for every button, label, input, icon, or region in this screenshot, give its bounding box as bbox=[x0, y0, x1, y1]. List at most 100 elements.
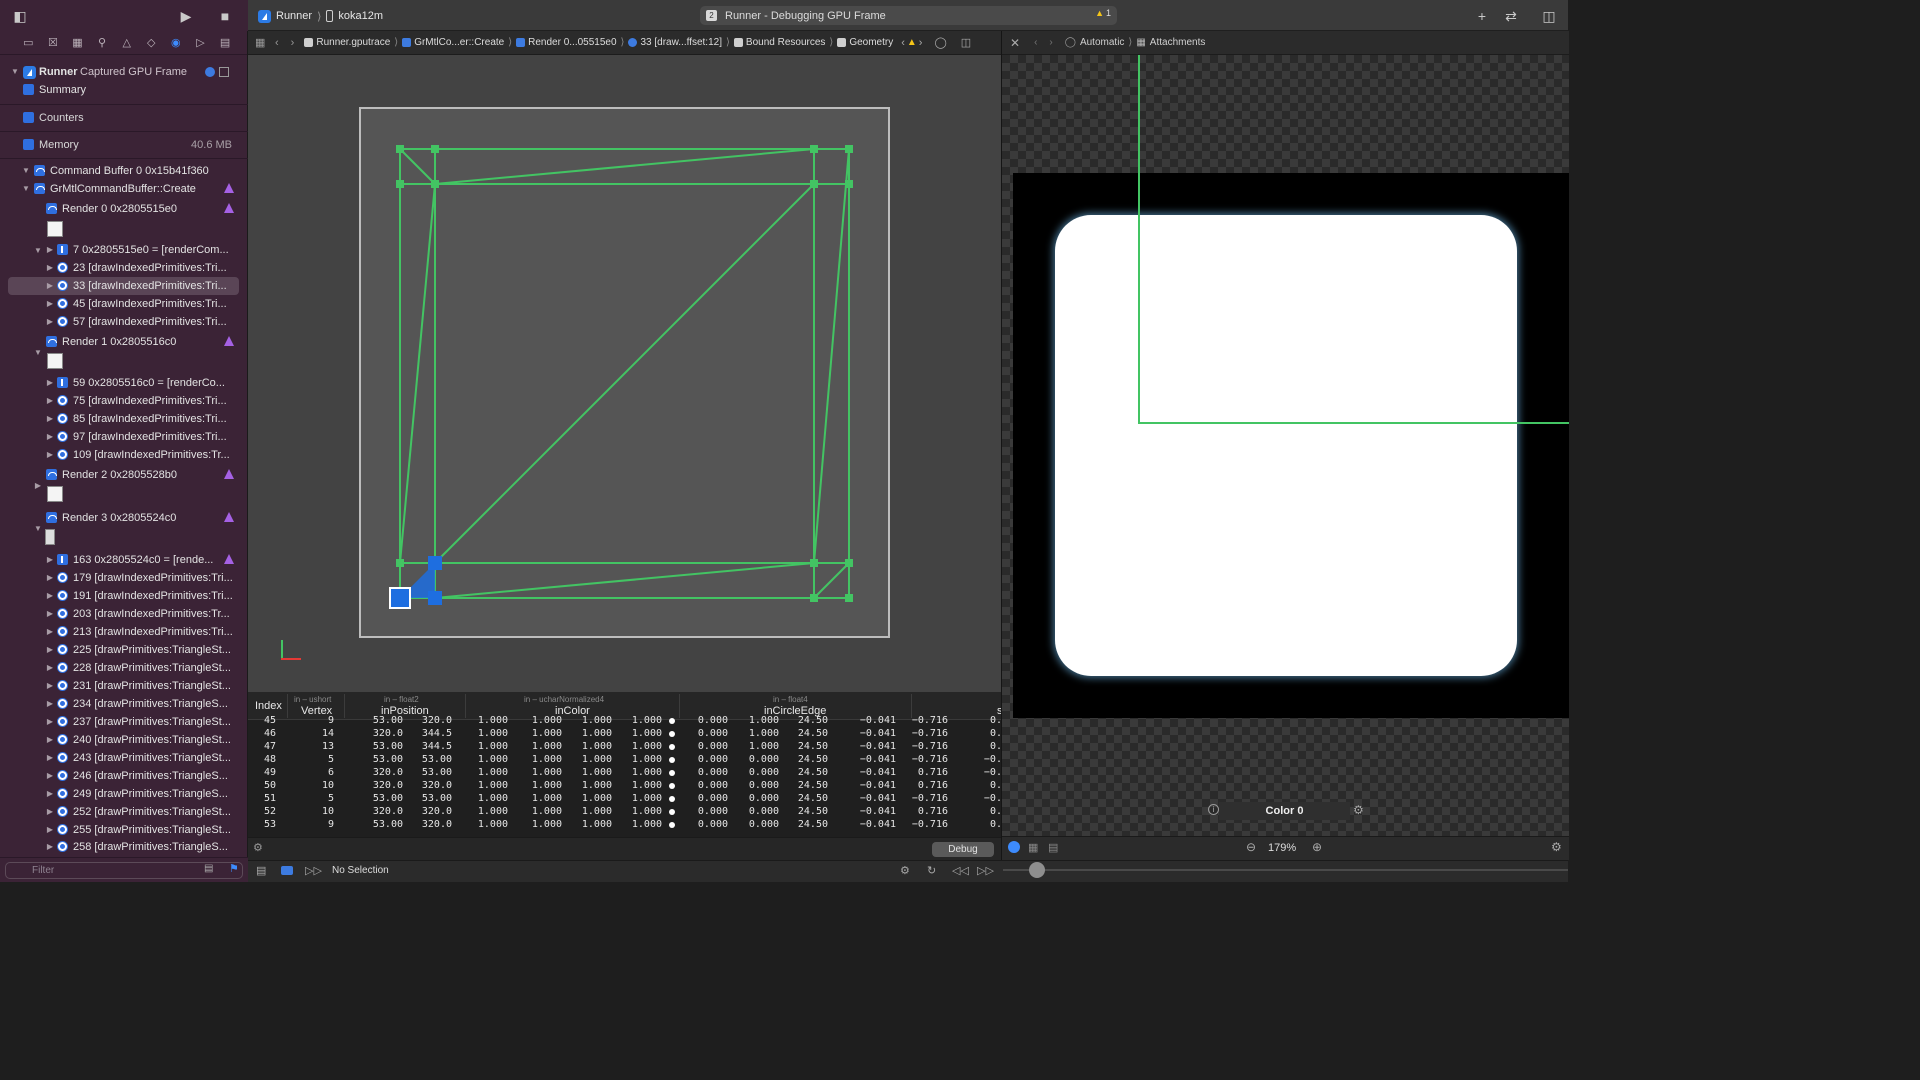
chevron-right-icon[interactable]: ▶ bbox=[45, 677, 55, 695]
geometry-viewer[interactable] bbox=[248, 55, 1001, 692]
run-button[interactable]: ▶ bbox=[177, 7, 195, 25]
chevron-right-icon[interactable]: ▶ bbox=[45, 749, 55, 767]
table-row[interactable]: 48 5 53.00 53.00 1.000 1.000 1.000 1.000 0.000 0.… bbox=[248, 754, 1001, 767]
warning-icon[interactable] bbox=[224, 554, 234, 564]
column-index[interactable]: Index bbox=[255, 700, 282, 712]
add-icon[interactable]: + bbox=[1473, 7, 1491, 25]
step-icon[interactable]: ▷▷ bbox=[305, 864, 322, 877]
filter-options-icon[interactable]: ▤ bbox=[204, 863, 213, 874]
call-row[interactable]: ▶ 231 [drawPrimitives:TriangleSt... bbox=[0, 677, 248, 695]
breadcrumb-trace[interactable]: Runner.gputrace bbox=[304, 37, 390, 48]
call-row[interactable]: ▶ 59 0x2805516c0 = [renderCo... bbox=[0, 374, 248, 392]
test-icon[interactable]: ◇ bbox=[139, 34, 164, 52]
chevron-right-icon[interactable]: ▶ bbox=[45, 623, 55, 641]
call-row[interactable]: ▶ 75 [drawIndexedPrimitives:Tri... bbox=[0, 392, 248, 410]
scheme-selector[interactable]: Runner ⟩ koka12m bbox=[258, 7, 383, 25]
render-thumbnail[interactable] bbox=[47, 486, 63, 502]
render-thumbnail[interactable] bbox=[47, 221, 63, 237]
chevron-right-icon[interactable]: ▶ bbox=[45, 410, 55, 428]
report-icon[interactable]: ▤ bbox=[213, 34, 238, 52]
capture-icon[interactable] bbox=[281, 866, 293, 875]
call-row[interactable]: ▶ 57 [drawIndexedPrimitives:Tri... bbox=[0, 313, 248, 331]
chevron-right-icon[interactable]: ▶ bbox=[45, 731, 55, 749]
call-row[interactable]: ▶ 179 [drawIndexedPrimitives:Tri... bbox=[0, 569, 248, 587]
split-editor-icon[interactable]: ◫ bbox=[961, 36, 971, 49]
chevron-right-icon[interactable]: ▶ bbox=[45, 767, 55, 785]
zoom-in-icon[interactable]: ⊕ bbox=[1312, 840, 1322, 854]
table-row[interactable]: 51 5 53.00 53.00 1.000 1.000 1.000 1.000 0.000 0.… bbox=[248, 793, 1001, 806]
chevron-right-icon[interactable]: ▶ bbox=[45, 569, 55, 587]
issue-icon[interactable]: △ bbox=[114, 34, 139, 52]
forward-icon[interactable]: › bbox=[291, 37, 295, 49]
flag-icon[interactable]: ⚑ bbox=[229, 862, 239, 875]
render-pass-row[interactable]: Render 0 0x2805515e0 bbox=[0, 200, 248, 218]
symbol-icon[interactable]: ▦ bbox=[65, 34, 90, 52]
root-frame-row[interactable]: ▼ Runner Captured GPU Frame bbox=[0, 63, 248, 81]
breadcrumb-render[interactable]: Render 0...05515e0 bbox=[516, 37, 617, 48]
call-row[interactable]: ▶ 240 [drawPrimitives:TriangleSt... bbox=[0, 731, 248, 749]
back-icon[interactable]: ‹ bbox=[275, 37, 279, 49]
fast-forward-icon[interactable]: ▷▷ bbox=[977, 864, 994, 877]
sidebar-toggle-icon[interactable]: ◧ bbox=[11, 7, 29, 25]
call-row[interactable]: ▶ 45 [drawIndexedPrimitives:Tri... bbox=[0, 295, 248, 313]
call-row[interactable]: ▶ 252 [drawPrimitives:TriangleSt... bbox=[0, 803, 248, 821]
counters-row[interactable]: Counters bbox=[0, 104, 248, 130]
color-picker-icon[interactable] bbox=[1008, 841, 1020, 853]
chevron-down-icon[interactable]: ▼ bbox=[33, 520, 43, 538]
chevron-right-icon[interactable]: ▶ bbox=[45, 551, 55, 569]
chevron-right-icon[interactable]: ▶ bbox=[45, 446, 55, 464]
table-row[interactable]: 52 10 320.0 320.0 1.000 1.000 1.000 1.000 0.000 0… bbox=[248, 806, 1001, 819]
chevron-right-icon[interactable]: ▶ bbox=[45, 838, 55, 856]
call-row[interactable]: ▶ 237 [drawPrimitives:TriangleSt... bbox=[0, 713, 248, 731]
info-icon[interactable] bbox=[205, 67, 215, 77]
assistant-mode[interactable]: Automatic bbox=[1080, 37, 1124, 48]
chevron-right-icon[interactable]: ▶ bbox=[45, 374, 55, 392]
chevron-down-icon[interactable]: ▼ bbox=[10, 63, 20, 81]
frame-slider-track[interactable] bbox=[1003, 869, 1568, 871]
chevron-right-icon[interactable]: ▶ bbox=[45, 277, 55, 295]
call-row[interactable]: ▶ 258 [drawPrimitives:TriangleS... bbox=[0, 838, 248, 856]
warning-icon[interactable] bbox=[224, 512, 234, 522]
source-control-icon[interactable]: ☒ bbox=[41, 34, 66, 52]
swap-icon[interactable]: ⇄ bbox=[1502, 7, 1520, 25]
call-row[interactable]: ▶ 249 [drawPrimitives:TriangleS... bbox=[0, 785, 248, 803]
call-row[interactable]: ▶ 163 0x2805524c0 = [rende... bbox=[0, 551, 248, 569]
settings-icon[interactable]: ⚙ bbox=[1551, 840, 1562, 854]
call-row[interactable]: ▶ 234 [drawPrimitives:TriangleS... bbox=[0, 695, 248, 713]
command-buffer-row[interactable]: ▼ Command Buffer 0 0x15b41f360 bbox=[0, 162, 248, 180]
chevron-down-icon[interactable]: ▼ bbox=[21, 162, 31, 180]
render-thumbnail[interactable] bbox=[47, 353, 63, 369]
warning-icon[interactable]: ▲ bbox=[907, 37, 917, 48]
chevron-right-icon[interactable]: ▶ bbox=[45, 821, 55, 839]
debug-button[interactable]: Debug bbox=[932, 842, 994, 857]
frame-slider-knob[interactable] bbox=[1029, 862, 1045, 878]
render-thumbnail[interactable] bbox=[45, 529, 55, 545]
link-icon[interactable]: ◯ bbox=[934, 36, 946, 49]
chevron-right-icon[interactable]: ▶ bbox=[45, 641, 55, 659]
previous-issue-icon[interactable]: ‹ bbox=[901, 37, 905, 49]
chevron-right-icon[interactable]: ▶ bbox=[45, 241, 55, 259]
chevron-right-icon[interactable]: ▶ bbox=[45, 392, 55, 410]
call-row[interactable]: ▶ 255 [drawPrimitives:TriangleSt... bbox=[0, 821, 248, 839]
breakpoint-icon[interactable]: ▷ bbox=[188, 34, 213, 52]
call-row[interactable]: ▶ 225 [drawPrimitives:TriangleSt... bbox=[0, 641, 248, 659]
call-row[interactable]: ▶ 203 [drawIndexedPrimitives:Tr... bbox=[0, 605, 248, 623]
call-row[interactable]: ▶ 191 [drawIndexedPrimitives:Tri... bbox=[0, 587, 248, 605]
close-icon[interactable]: ✕ bbox=[1010, 36, 1020, 50]
search-icon[interactable]: ⚲ bbox=[90, 34, 115, 52]
inspector-toggle-icon[interactable]: ◫ bbox=[1540, 7, 1558, 25]
next-issue-icon[interactable]: › bbox=[919, 37, 923, 49]
chevron-right-icon[interactable]: ▶ bbox=[45, 605, 55, 623]
chevron-right-icon[interactable]: ▶ bbox=[45, 428, 55, 446]
info-icon[interactable]: i bbox=[1208, 804, 1219, 815]
chevron-right-icon[interactable]: ▶ bbox=[45, 587, 55, 605]
assistant-title[interactable]: Attachments bbox=[1150, 37, 1206, 48]
call-row[interactable]: ▶ 7 0x2805515e0 = [renderCom... bbox=[0, 241, 248, 259]
table-row[interactable]: 47 13 53.00 344.5 1.000 1.000 1.000 1.000 0.000 1… bbox=[248, 741, 1001, 754]
call-row[interactable]: ▶ 213 [drawIndexedPrimitives:Tri... bbox=[0, 623, 248, 641]
call-row[interactable]: ▶ 246 [drawPrimitives:TriangleS... bbox=[0, 767, 248, 785]
table-row[interactable]: 53 9 53.00 320.0 1.000 1.000 1.000 1.000 0.000 0.… bbox=[248, 819, 1001, 832]
breadcrumb-geometry[interactable]: Geometry bbox=[837, 37, 893, 48]
warning-icon[interactable] bbox=[224, 336, 234, 346]
warning-icon[interactable] bbox=[224, 469, 234, 479]
